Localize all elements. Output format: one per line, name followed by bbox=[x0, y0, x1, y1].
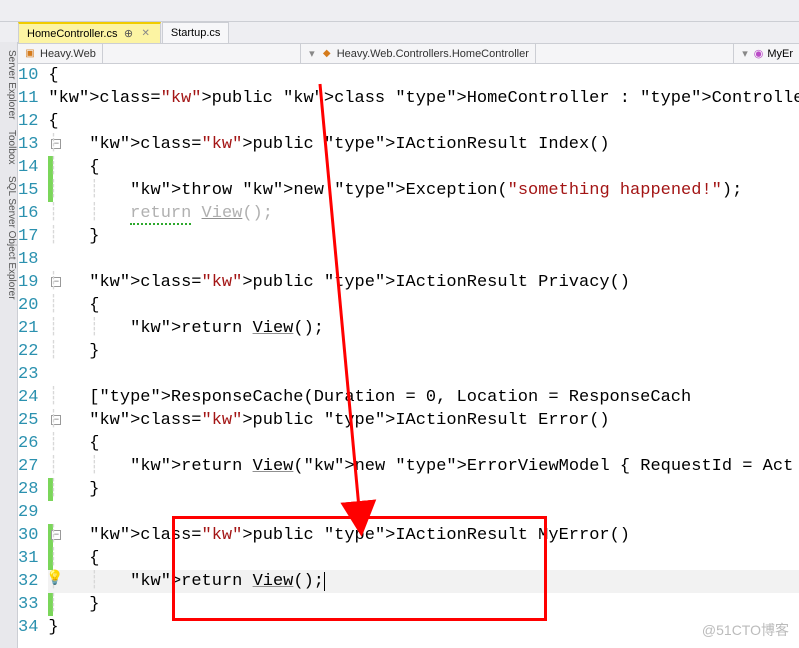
breadcrumb-class-label: Heavy.Web.Controllers.HomeController bbox=[337, 48, 529, 60]
class-icon: ◆ bbox=[321, 48, 333, 60]
top-toolbar bbox=[0, 0, 799, 22]
chevron-down-icon: ▾ bbox=[307, 47, 317, 60]
side-tab-toolbox[interactable]: Toolbox bbox=[4, 126, 19, 168]
breadcrumb-bar: ▣ Heavy.Web ▾ ◆ Heavy.Web.Controllers.Ho… bbox=[0, 44, 799, 64]
breadcrumb-project[interactable]: ▣ Heavy.Web bbox=[18, 44, 103, 63]
file-tabs: HomeController.cs ⊕ ✕ Startup.cs bbox=[0, 22, 799, 44]
side-tab-sql-explorer[interactable]: SQL Server Object Explorer bbox=[4, 172, 19, 304]
close-icon[interactable]: ✕ bbox=[139, 28, 151, 39]
breadcrumb-class[interactable]: ▾ ◆ Heavy.Web.Controllers.HomeController bbox=[300, 44, 536, 63]
watermark: @51CTO博客 bbox=[702, 620, 789, 640]
side-tool-tabs: Server Explorer Toolbox SQL Server Objec… bbox=[0, 42, 18, 648]
code-editor[interactable]: 1011121314151617181920212223242526272829… bbox=[18, 64, 799, 648]
tab-startup[interactable]: Startup.cs bbox=[162, 22, 230, 43]
lightbulb-icon[interactable]: 💡 bbox=[46, 569, 63, 586]
tab-label: Startup.cs bbox=[171, 27, 221, 39]
breadcrumb-member-label: MyEr bbox=[767, 48, 793, 60]
method-icon: ◉ bbox=[754, 47, 764, 60]
breadcrumb-member[interactable]: ▾ ◉ MyEr bbox=[733, 44, 799, 63]
pin-icon[interactable]: ⊕ bbox=[122, 27, 134, 40]
csharp-icon: ▣ bbox=[24, 48, 36, 60]
breadcrumb-project-label: Heavy.Web bbox=[40, 48, 96, 60]
side-tab-server-explorer[interactable]: Server Explorer bbox=[4, 46, 19, 123]
tab-label: HomeController.cs bbox=[27, 28, 117, 40]
code-area[interactable]: {"kw">class="kw">public "kw">class "type… bbox=[48, 64, 799, 648]
tab-homecontroller[interactable]: HomeController.cs ⊕ ✕ bbox=[18, 22, 161, 43]
chevron-down-icon: ▾ bbox=[740, 47, 750, 60]
line-number-gutter: 1011121314151617181920212223242526272829… bbox=[18, 64, 48, 648]
